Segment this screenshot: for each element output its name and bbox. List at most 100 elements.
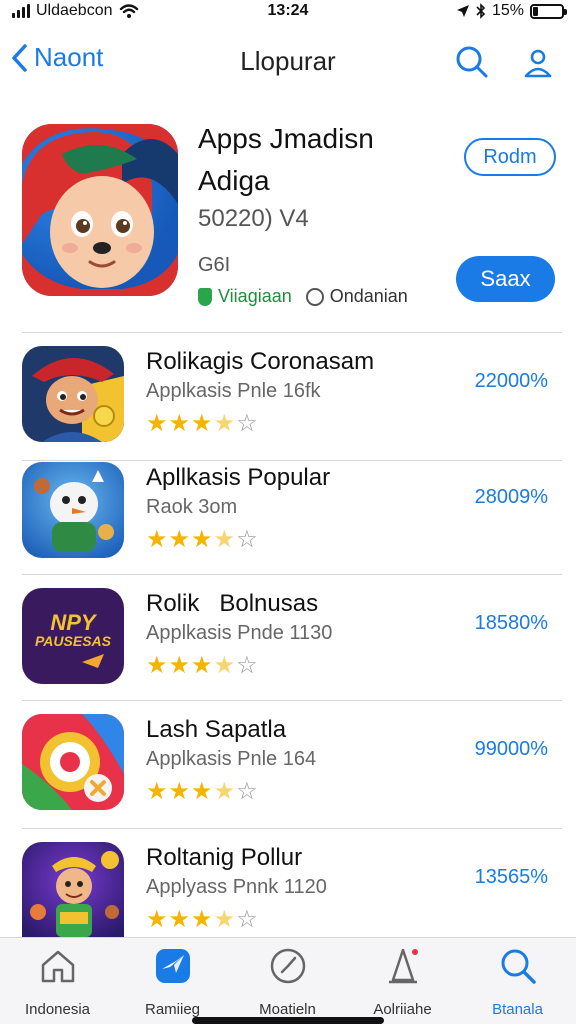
star-half-icon: ★: [213, 652, 236, 679]
nav-bar: Naont Llopurar: [0, 34, 576, 90]
featured-rating: G6I: [198, 254, 231, 276]
star-rating: ★ ★ ★ ★ ☆: [146, 780, 258, 804]
app-percent: 99000%: [474, 738, 548, 760]
divider: [22, 828, 562, 829]
star-icon: ★: [168, 652, 191, 679]
star-empty-icon: ☆: [236, 526, 258, 553]
star-icon: ★: [168, 906, 191, 933]
shield-icon: [198, 287, 212, 306]
featured-badges: Viiagiaan Ondanian: [198, 286, 408, 307]
app-percent: 13565%: [474, 866, 548, 888]
profile-icon[interactable]: [520, 44, 556, 80]
list-item[interactable]: Rolikagis Coronasam Applkasis Pnle 16fk …: [0, 346, 576, 470]
featured-app-card: Apps Jmadisn Adiga 50220) V4 G6I Viiagia…: [0, 110, 576, 332]
app-name: Rolikagis Coronasam: [146, 348, 375, 375]
tab-label: Btanala: [492, 1001, 543, 1018]
battery-percent: 15%: [491, 2, 524, 19]
list-item[interactable]: Lash Sapatla Applkasis Pnle 164 ★ ★ ★ ★ ☆ 99…: [0, 714, 576, 838]
star-icon: ★: [191, 778, 213, 805]
star-icon: ★: [146, 410, 168, 437]
star-rating: ★ ★ ★ ★ ☆: [146, 412, 258, 436]
star-half-icon: ★: [213, 526, 236, 553]
star-rating: ★ ★ ★ ★ ☆: [146, 528, 258, 552]
star-half-icon: ★: [213, 778, 236, 805]
tab-ramiieg[interactable]: Ramiieg: [115, 946, 230, 1018]
clock-icon: [270, 948, 305, 984]
star-icon: ★: [168, 526, 191, 553]
search-icon[interactable]: [454, 44, 490, 80]
tab-bar: Indonesia Ramiieg Moatieln Aolriiahe Bta…: [0, 937, 576, 1024]
divider: [22, 332, 562, 333]
app-name: Lash Sapatla: [146, 716, 287, 743]
rocket-icon: [388, 948, 418, 984]
star-empty-icon: ☆: [236, 410, 258, 437]
featured-title-line2: Adiga: [198, 165, 270, 196]
star-icon: ★: [168, 778, 191, 805]
tab-label: Aolriiahe: [373, 1001, 432, 1018]
featured-meta: 50220) V4: [198, 205, 309, 232]
app-icon-snowman: [22, 462, 124, 558]
status-bar: Uldaebcon 13:24 15%: [0, 0, 576, 24]
app-name: Apllkasis Popular: [146, 464, 331, 491]
option-label: Ondanian: [329, 286, 408, 306]
tab-moatieln[interactable]: Moatieln: [230, 946, 345, 1018]
divider: [22, 700, 562, 701]
app-icon-pirate: [22, 346, 124, 442]
app-subtitle: Raok 3om: [146, 496, 238, 518]
featured-title-line1: Apps Jmadisn: [198, 123, 374, 154]
tab-label: Indonesia: [24, 1001, 91, 1018]
primary-button[interactable]: Saax: [456, 256, 555, 302]
app-percent: 28009%: [474, 486, 548, 508]
divider: [22, 460, 562, 461]
star-icon: ★: [168, 410, 191, 437]
battery-icon: [530, 3, 567, 19]
bluetooth-icon: [476, 3, 486, 19]
verified-label: Viiagiaan: [218, 286, 292, 306]
radio-circle-icon: [305, 287, 324, 306]
tab-label: Ramiieg: [144, 1001, 201, 1018]
app-percent: 22000%: [474, 370, 548, 392]
star-rating: ★ ★ ★ ★ ☆: [146, 908, 258, 932]
app-name: Roltanig Pollur: [146, 844, 303, 871]
app-subtitle: Applkasis Pnle 16fk: [146, 380, 321, 402]
star-icon: ★: [191, 526, 213, 553]
battery-fill: [533, 6, 538, 16]
star-empty-icon: ☆: [236, 906, 258, 933]
search-icon: [501, 949, 536, 984]
secondary-button[interactable]: Rodm: [464, 138, 556, 176]
compass-icon: [155, 949, 190, 983]
app-icon-cartoon-boy: [22, 842, 124, 937]
star-icon: ★: [191, 906, 213, 933]
app-subtitle: Applyass Pnnk 1120: [146, 876, 327, 898]
app-subtitle: Applkasis Pnle 164: [146, 748, 317, 770]
star-half-icon: ★: [213, 906, 236, 933]
star-icon: ★: [146, 778, 168, 805]
app-percent: 18580%: [474, 612, 548, 634]
star-icon: ★: [146, 526, 168, 553]
status-right: 15%: [456, 2, 567, 20]
option-radio[interactable]: Ondanian: [305, 286, 408, 307]
app-name: Rolik Bolnusas: [146, 590, 319, 617]
tab-aolriiahe[interactable]: Aolriiahe: [345, 946, 460, 1018]
featured-app-icon[interactable]: [22, 124, 178, 296]
home-indicator[interactable]: [192, 1017, 384, 1024]
tab-label: Moatieln: [259, 1001, 316, 1018]
star-icon: ★: [191, 410, 213, 437]
featured-title: Apps Jmadisn Adiga: [198, 118, 448, 202]
divider: [22, 574, 562, 575]
home-icon: [41, 950, 74, 983]
app-icon-pausesas: NPY PAUSESAS: [22, 588, 124, 684]
star-empty-icon: ☆: [236, 652, 258, 679]
verified-badge: Viiagiaan: [198, 286, 292, 307]
list-item[interactable]: NPY PAUSESAS Rolik Bolnusas Applkasis Pn…: [0, 588, 576, 712]
star-icon: ★: [146, 652, 168, 679]
star-icon: ★: [191, 652, 213, 679]
star-half-icon: ★: [213, 410, 236, 437]
app-subtitle: Applkasis Pnde 1130: [146, 622, 333, 644]
list-item[interactable]: Apllkasis Popular Raok 3om ★ ★ ★ ★ ☆ 28009%: [0, 462, 576, 586]
location-icon: [456, 5, 469, 17]
tab-indonesia[interactable]: Indonesia: [0, 946, 115, 1018]
star-rating: ★ ★ ★ ★ ☆: [146, 654, 258, 678]
tab-btanala[interactable]: Btanala: [460, 946, 575, 1018]
star-icon: ★: [146, 906, 168, 933]
